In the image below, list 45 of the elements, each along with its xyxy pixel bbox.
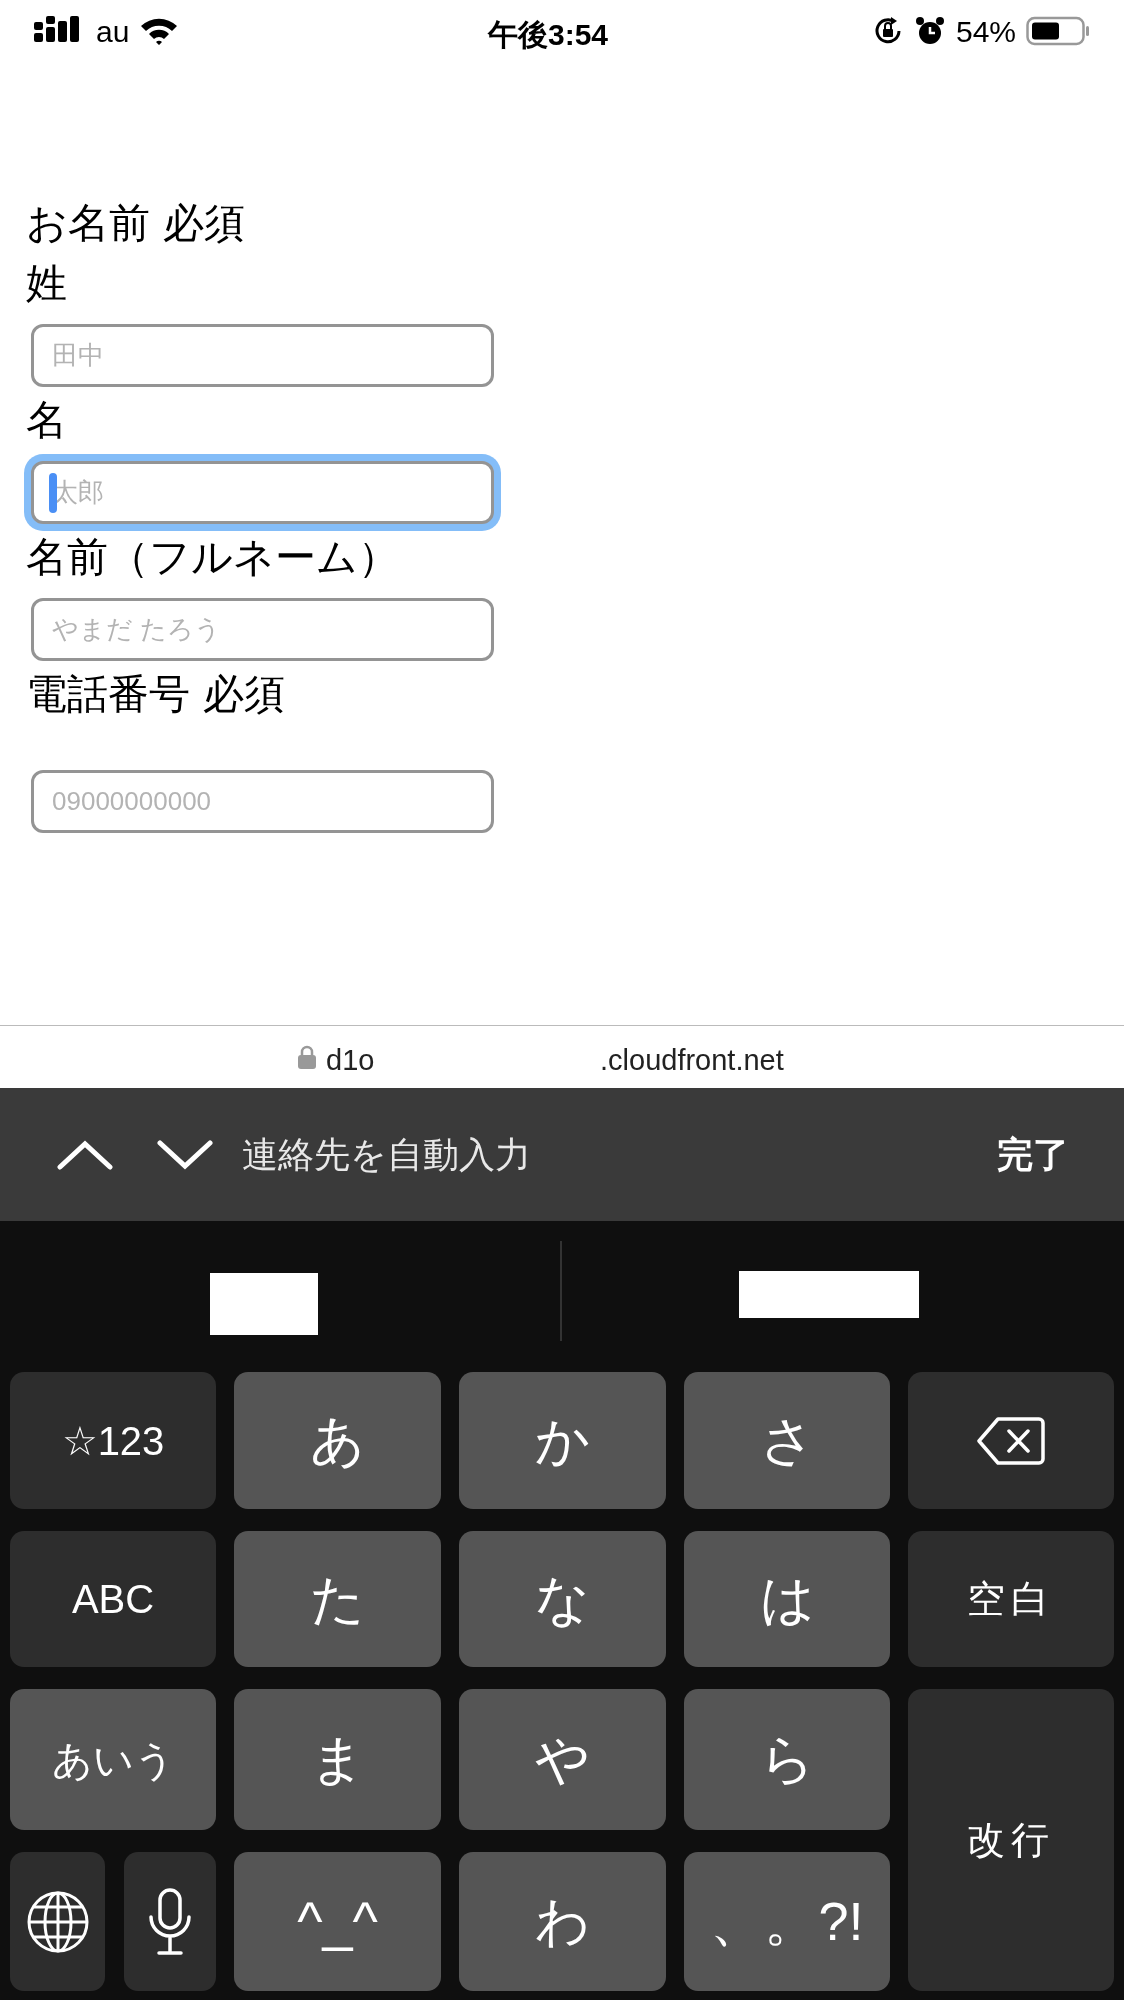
key[interactable]: な [459, 1531, 666, 1667]
carrier-name: au [96, 13, 130, 50]
clock-time: 午後3:54 [488, 17, 609, 53]
battery-icon [1026, 15, 1090, 47]
chevron-down-icon [157, 1139, 213, 1170]
key[interactable]: た [234, 1531, 441, 1667]
text-field[interactable]: 田中 [31, 324, 494, 387]
field-label: 名前（フルネーム） [26, 532, 399, 583]
key[interactable]: は [684, 1531, 890, 1667]
alarm-icon [913, 15, 946, 47]
text-cursor [49, 473, 57, 513]
url-text[interactable]: .cloudfront.net [600, 1039, 784, 1083]
wifi-icon [139, 16, 180, 46]
url-text[interactable]: d1o [326, 1039, 375, 1083]
delete-key[interactable] [908, 1372, 1114, 1509]
key[interactable]: ^_^ [234, 1852, 441, 1991]
microphone-key[interactable] [124, 1852, 216, 1991]
key[interactable]: わ [459, 1852, 666, 1991]
text-field[interactable]: やまだ たろう [31, 598, 494, 661]
lock-icon [297, 1044, 317, 1070]
globe-icon [25, 1889, 90, 1954]
key[interactable]: や [459, 1689, 666, 1830]
microphone-icon [147, 1886, 193, 1957]
return-key[interactable]: 改行 [908, 1689, 1114, 1991]
field-label: 名 [26, 395, 67, 446]
done-button[interactable]: 完了 [997, 1127, 1069, 1182]
globe-key[interactable] [10, 1852, 105, 1991]
field-label: お名前 必須 [26, 198, 246, 249]
field-label: 電話番号 必須 [26, 669, 286, 720]
input-mode-key[interactable]: ABC [10, 1531, 216, 1667]
key[interactable]: 、。?! [684, 1852, 890, 1991]
input-mode-key[interactable]: ☆123 [10, 1372, 216, 1509]
key[interactable]: ら [684, 1689, 890, 1830]
battery-percentage: 54% [955, 13, 1016, 50]
key[interactable]: ま [234, 1689, 441, 1830]
autofill-contact-button[interactable]: 連絡先を自動入力 [242, 1127, 531, 1182]
input-mode-key[interactable]: あいう [10, 1689, 216, 1830]
field-label: 姓 [26, 258, 67, 309]
chevron-up-icon [57, 1139, 113, 1170]
delete-icon [976, 1415, 1046, 1466]
key[interactable]: か [459, 1372, 666, 1509]
key[interactable]: さ [684, 1372, 890, 1509]
key[interactable]: あ [234, 1372, 441, 1509]
text-field[interactable]: 09000000000 [31, 770, 494, 833]
space-key[interactable]: 空白 [908, 1531, 1114, 1667]
